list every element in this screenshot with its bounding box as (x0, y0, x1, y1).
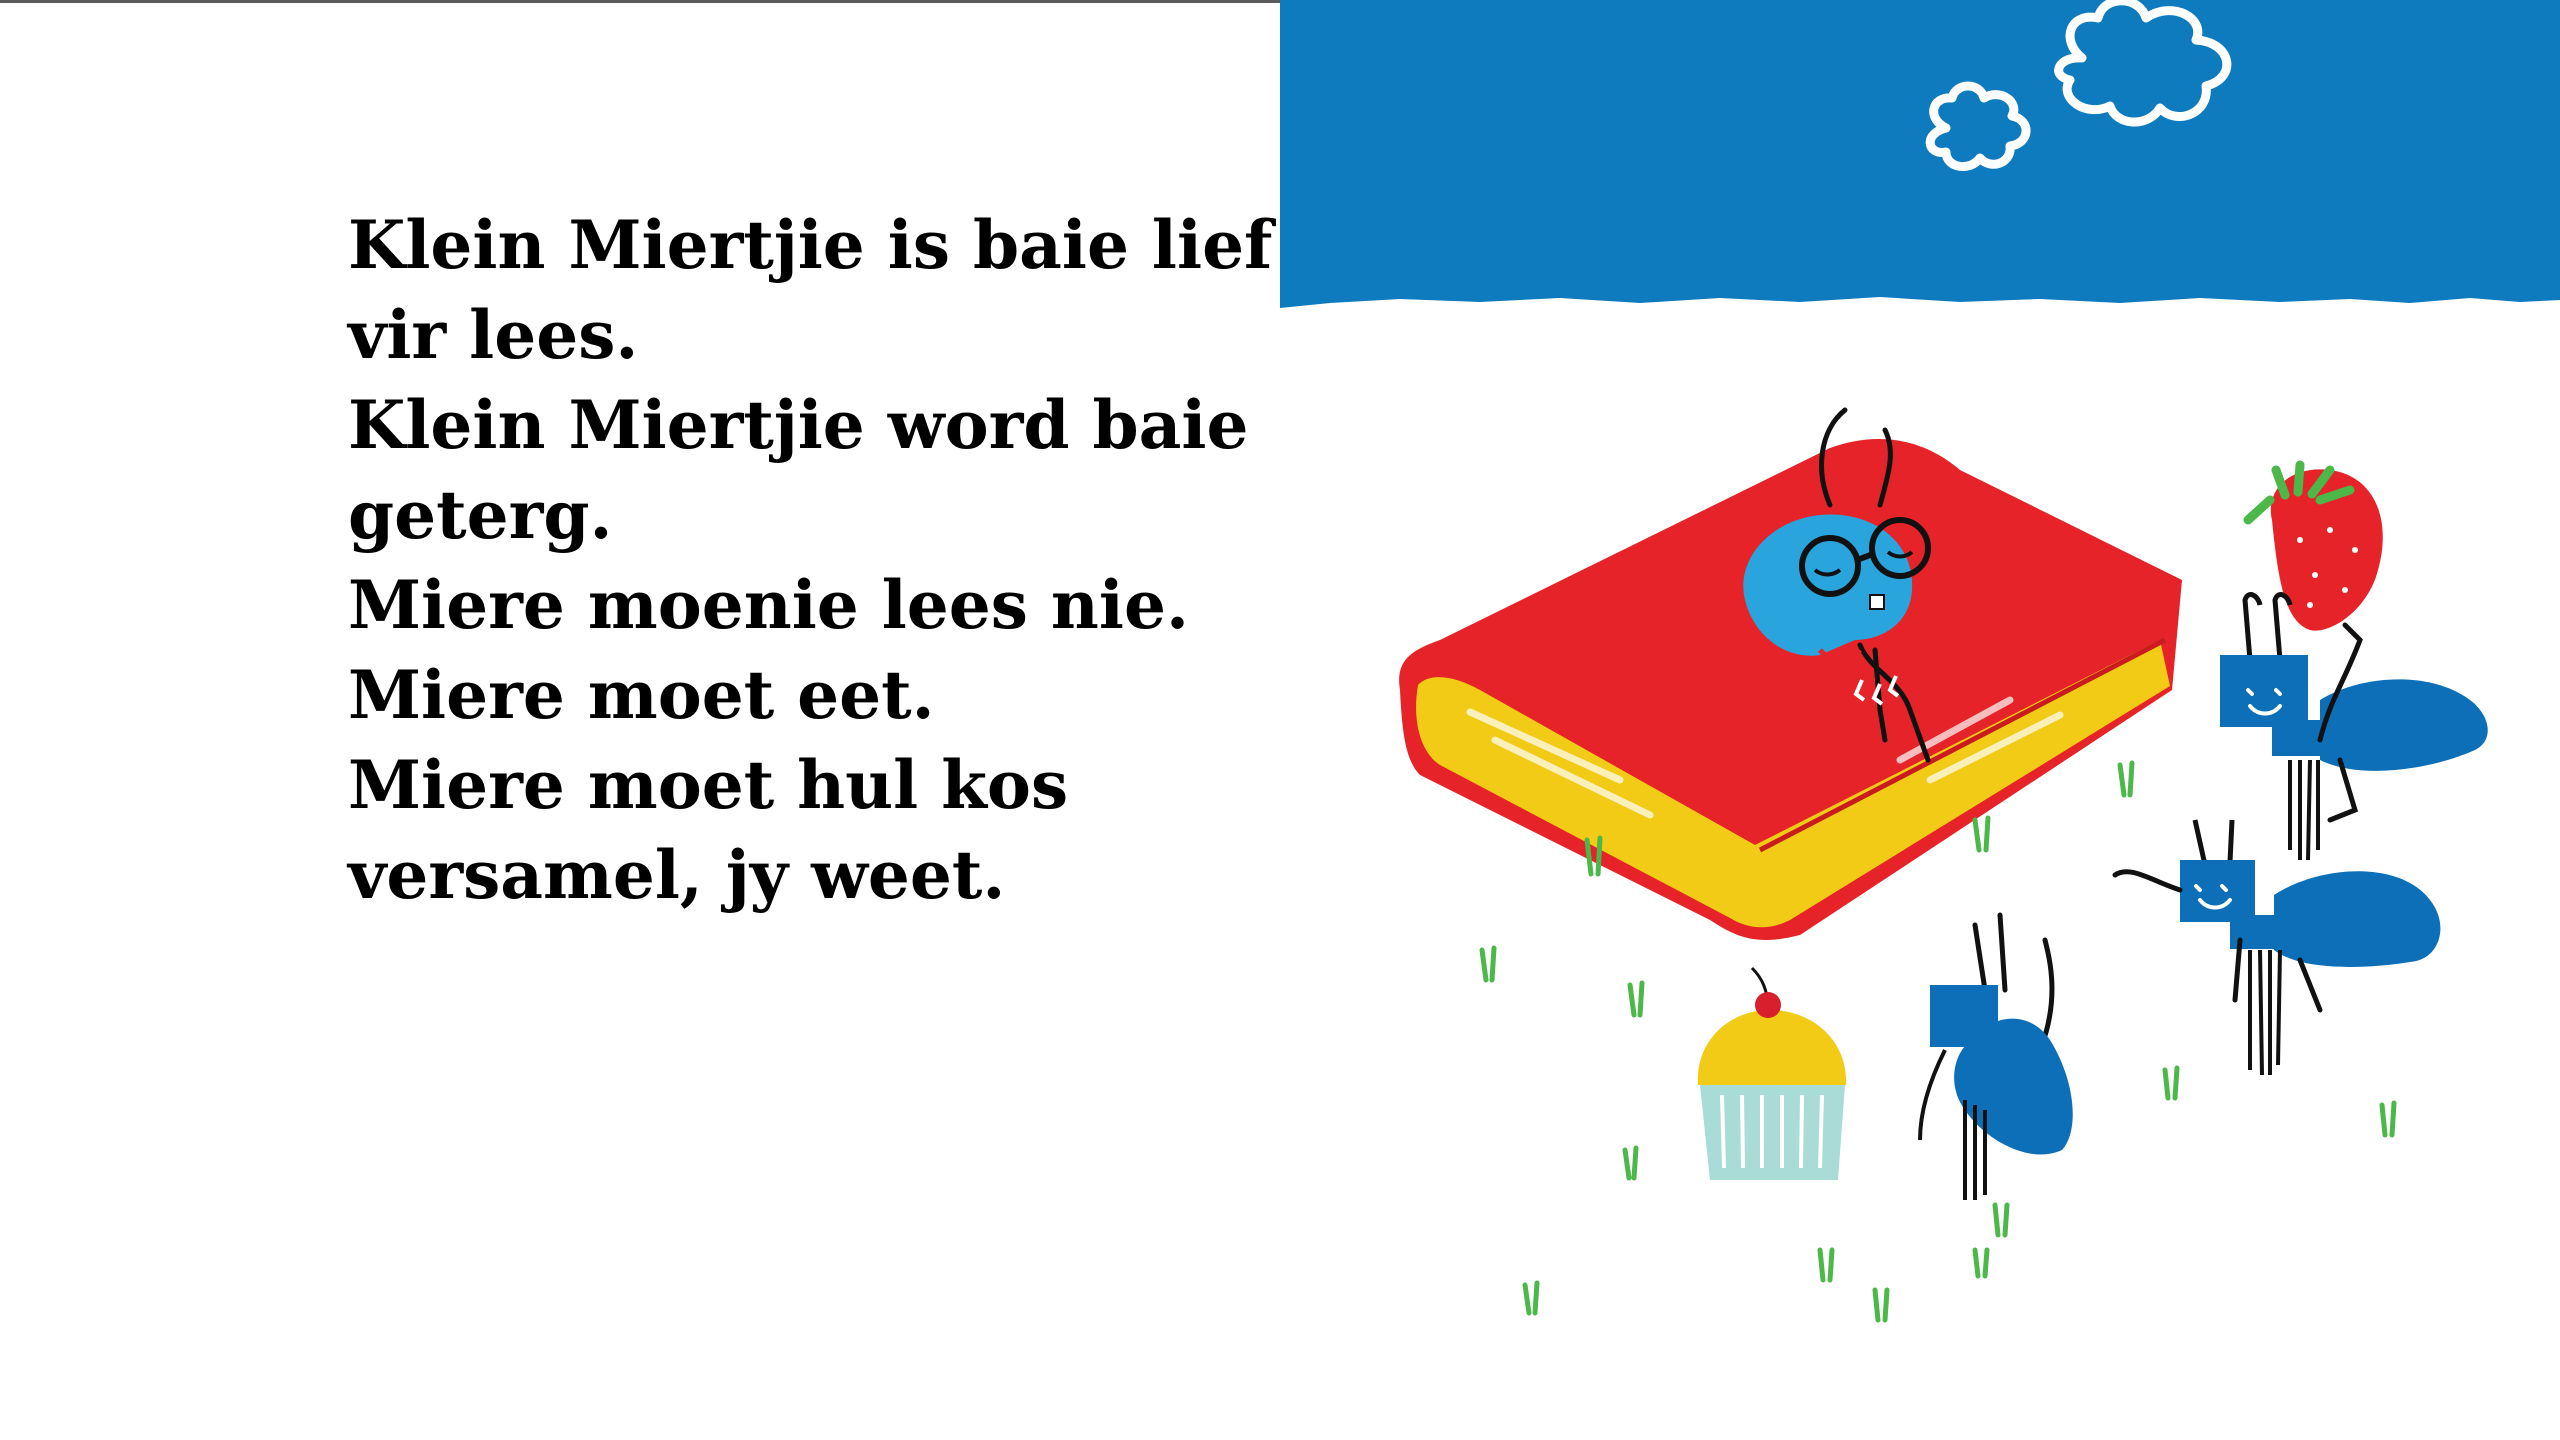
book-icon (1399, 439, 2182, 940)
story-line-5: Miere moenie lees nie. (348, 566, 1189, 644)
story-line-7: Miere moet hul kos (348, 746, 1069, 824)
story-line-1: Klein Miertjie is baie lief (348, 206, 1273, 284)
story-text: Klein Miertjie is baie lief vir lees. Kl… (348, 200, 1273, 920)
strawberry-icon (2243, 460, 2383, 631)
worker-ant-icon (2220, 592, 2488, 861)
worker-ant-icon (1918, 912, 2073, 1200)
sky-band (1280, 0, 2560, 308)
story-line-6: Miere moet eet. (348, 656, 935, 734)
worker-ant-icon (2112, 819, 2441, 1076)
story-illustration (1280, 0, 2560, 1323)
story-line-2: vir lees. (348, 296, 639, 374)
story-line-8: versamel, jy weet. (348, 836, 1006, 914)
story-line-4: geterg. (348, 476, 613, 554)
cupcake-icon (1697, 966, 1847, 1180)
story-line-3: Klein Miertjie word baie (348, 386, 1249, 464)
